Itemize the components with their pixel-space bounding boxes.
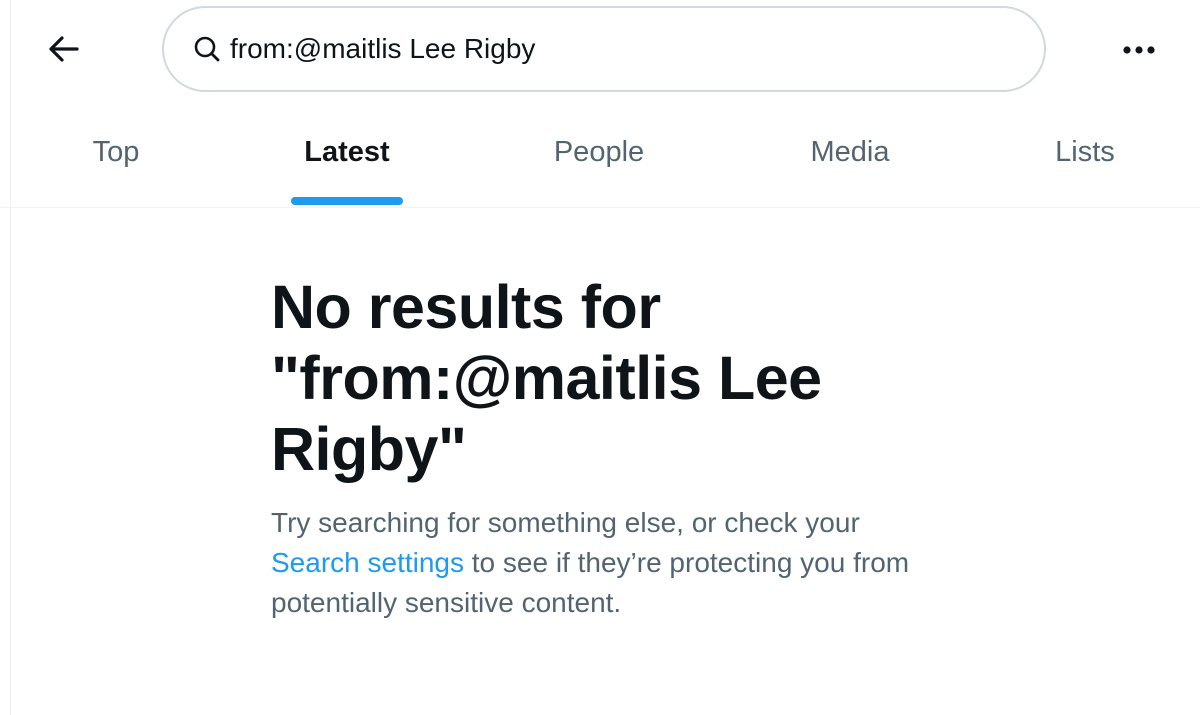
empty-state-title: No results for "from:@maitlis Lee Rigby": [271, 273, 822, 483]
tab-latest[interactable]: Latest: [286, 112, 408, 207]
search-icon: [192, 34, 222, 64]
arrow-left-icon: [47, 35, 79, 68]
empty-state-description: Try searching for something else, or che…: [271, 503, 931, 623]
active-tab-indicator: [291, 197, 403, 205]
more-horizontal-icon: [1122, 42, 1156, 60]
tab-top[interactable]: Top: [56, 112, 176, 207]
tab-people[interactable]: People: [529, 112, 669, 207]
tab-media[interactable]: Media: [785, 112, 915, 207]
more-button[interactable]: [1114, 26, 1164, 76]
search-box[interactable]: [162, 6, 1046, 92]
tab-label: Media: [810, 136, 890, 168]
back-button[interactable]: [38, 26, 88, 76]
search-tabs: Top Latest People Media Lists: [0, 112, 1200, 208]
tab-label: Top: [92, 136, 140, 168]
tab-label: Lists: [1055, 136, 1115, 168]
search-input[interactable]: [230, 29, 990, 69]
tab-lists[interactable]: Lists: [1030, 112, 1140, 207]
empty-state-text: Try searching for something else, or che…: [271, 507, 860, 538]
search-settings-link[interactable]: Search settings: [271, 547, 464, 578]
tab-label: Latest: [304, 136, 390, 168]
tab-label: People: [553, 136, 645, 168]
empty-state: No results for "from:@maitlis Lee Rigby"…: [271, 272, 931, 623]
